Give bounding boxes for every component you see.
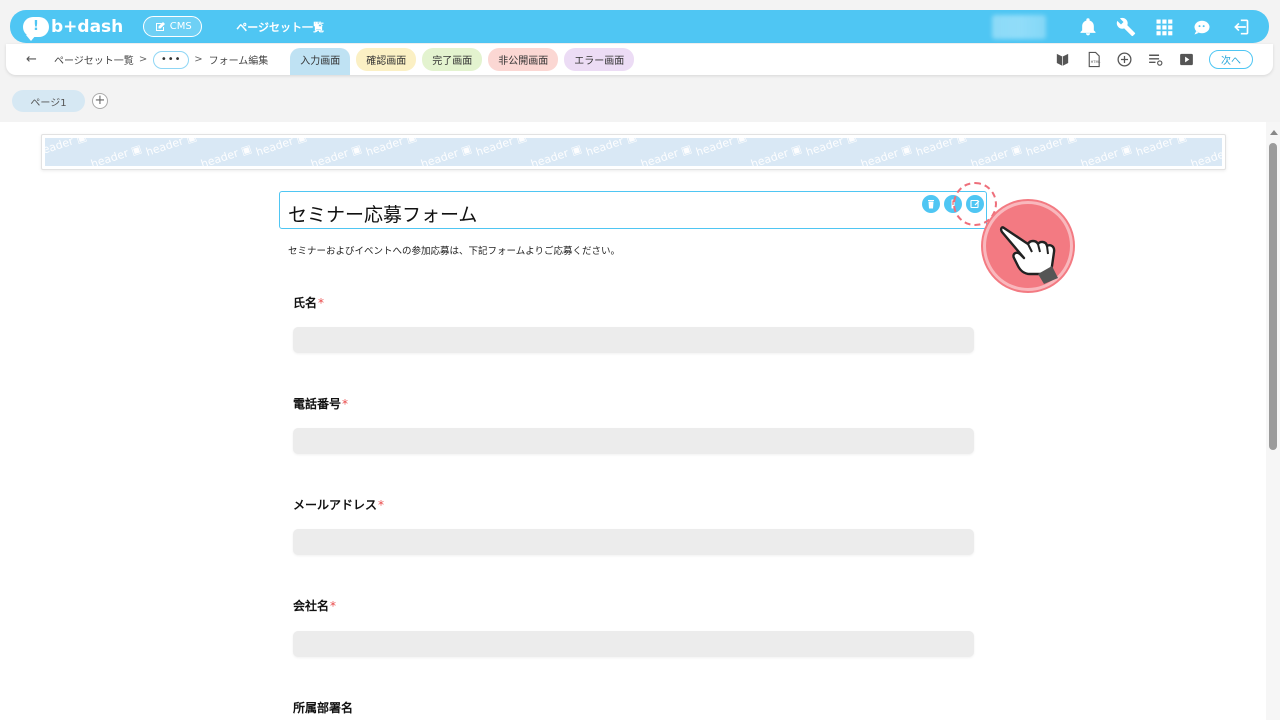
tab-error-screen[interactable]: エラー画面 xyxy=(564,48,635,71)
add-circle-icon[interactable] xyxy=(1116,51,1133,68)
header-watermark-text: header ▣ xyxy=(144,138,199,159)
header-watermark-text: header ▣ xyxy=(639,142,694,166)
bell-icon[interactable] xyxy=(1077,16,1099,38)
tab-input-screen[interactable]: 入力画面 xyxy=(290,48,351,75)
page-tab-1[interactable]: ページ1 xyxy=(12,90,85,112)
scroll-up-arrow-icon[interactable] xyxy=(1270,130,1278,135)
phone-input[interactable] xyxy=(293,428,974,454)
form-title[interactable]: セミナー応募フォーム xyxy=(288,200,477,227)
header-watermark-text: header ▣ xyxy=(474,138,529,159)
header-watermark-text: header ▣ xyxy=(1079,142,1134,166)
list-settings-icon[interactable] xyxy=(1147,51,1164,68)
header-watermark-text: header ▣ xyxy=(694,138,749,159)
header-watermark-text: header ▣ xyxy=(364,138,419,159)
required-mark: * xyxy=(378,498,385,512)
editor-toolbar: ← ページセット一覧 > ••• > フォーム編集 入力画面 確認画面 完了画面… xyxy=(6,44,1273,75)
field-label-email: メールアドレス* xyxy=(293,498,385,512)
screen-tabs: 入力画面 確認画面 完了画面 非公開画面 エラー画面 xyxy=(290,44,635,75)
pointing-hand-icon xyxy=(983,201,1073,291)
header-watermark-text: header ▣ xyxy=(89,142,144,166)
cms-module-label: CMS xyxy=(169,21,192,32)
scrollbar-thumb[interactable] xyxy=(1269,143,1277,450)
top-nav-bar: ! b+dash CMS ページセット一覧 xyxy=(10,10,1269,43)
breadcrumb-separator: > xyxy=(138,54,148,65)
apps-grid-icon[interactable] xyxy=(1153,16,1175,38)
wrench-icon[interactable] xyxy=(1115,16,1137,38)
html-file-icon[interactable]: HTML xyxy=(1085,51,1102,68)
header-watermark-text: header ▣ xyxy=(584,138,639,159)
header-watermark-text: header ▣ xyxy=(1024,138,1079,159)
header-watermark-text: header ▣ xyxy=(859,142,914,166)
add-page-button[interactable]: + xyxy=(92,93,108,109)
breadcrumb-more-button[interactable]: ••• xyxy=(153,50,190,69)
header-watermark-text: header ▣ xyxy=(254,138,309,159)
required-mark: * xyxy=(318,296,325,310)
header-watermark-text: header ▣ xyxy=(969,142,1024,166)
tab-private-screen[interactable]: 非公開画面 xyxy=(488,48,559,71)
header-watermark-text: header ▣ xyxy=(419,142,474,166)
header-watermark-text: header ▣ xyxy=(1134,138,1189,159)
required-mark: * xyxy=(342,397,349,411)
header-watermark-text: header ▣ xyxy=(309,142,364,166)
header-watermark-text: header ▣ xyxy=(749,142,804,166)
required-mark: * xyxy=(330,599,337,613)
header-watermark-text: header ▣ xyxy=(1189,142,1222,166)
header-placeholder: header ▣header ▣header ▣header ▣header ▣… xyxy=(45,138,1222,166)
play-video-icon[interactable] xyxy=(1178,51,1195,68)
beginner-mark-icon[interactable] xyxy=(1054,51,1071,68)
name-input[interactable] xyxy=(293,327,974,353)
tab-complete-screen[interactable]: 完了画面 xyxy=(422,48,483,71)
form-title-block[interactable]: セミナー応募フォーム xyxy=(279,191,987,229)
app-title: ページセット一覧 xyxy=(236,20,325,34)
svg-text:HTML: HTML xyxy=(1091,60,1101,64)
field-label-department: 所属部署名 xyxy=(293,701,354,715)
user-info-blurred[interactable] xyxy=(992,15,1046,39)
header-watermark-text: header ▣ xyxy=(529,142,584,166)
email-input[interactable] xyxy=(293,529,974,555)
header-watermark-text: header ▣ xyxy=(199,142,254,166)
form-description: セミナーおよびイベントへの参加応募は、下記フォームよりご応募ください。 xyxy=(288,246,621,257)
company-input[interactable] xyxy=(293,631,974,657)
back-arrow-icon[interactable]: ← xyxy=(26,52,40,67)
next-button[interactable]: 次へ xyxy=(1209,50,1253,69)
header-watermark-text: header ▣ xyxy=(914,138,969,159)
logo-bubble-icon: ! xyxy=(23,16,49,41)
tab-confirm-screen[interactable]: 確認画面 xyxy=(356,48,417,71)
field-label-company: 会社名* xyxy=(293,599,337,613)
cms-module-button[interactable]: CMS xyxy=(143,16,203,37)
header-watermark-text: header ▣ xyxy=(804,138,859,159)
delete-icon[interactable] xyxy=(922,195,940,213)
header-watermark-text: header ▣ xyxy=(45,138,88,159)
breadcrumb-form-edit: フォーム編集 xyxy=(208,56,269,67)
logout-icon[interactable] xyxy=(1229,16,1251,38)
field-label-phone: 電話番号* xyxy=(293,397,349,411)
bdash-logo[interactable]: ! b+dash xyxy=(23,16,124,41)
breadcrumb-page-set-list[interactable]: ページセット一覧 xyxy=(54,52,134,67)
header-block[interactable]: header ▣header ▣header ▣header ▣header ▣… xyxy=(41,134,1226,170)
logo-text: b+dash xyxy=(51,16,124,37)
support-chat-icon[interactable] xyxy=(1191,16,1213,38)
edit-note-icon xyxy=(155,21,165,31)
field-label-name: 氏名* xyxy=(293,296,325,310)
breadcrumb-separator: > xyxy=(194,54,203,65)
